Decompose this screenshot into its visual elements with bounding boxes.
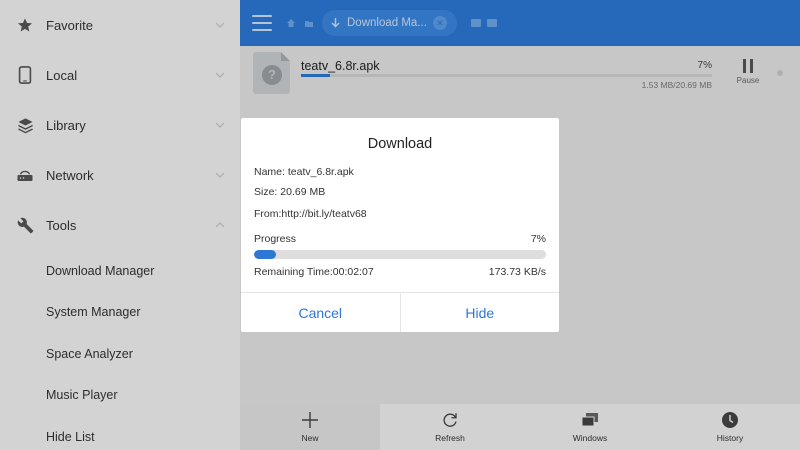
download-dialog: Download Name: teatv_6.8r.apk Size: 20.6… — [241, 118, 559, 332]
dialog-file-name: Name: teatv_6.8r.apk — [254, 166, 354, 178]
hide-button[interactable]: Hide — [399, 293, 560, 332]
progress-percent: 7% — [530, 233, 546, 245]
dialog-actions: Cancel Hide — [241, 292, 559, 332]
dialog-source-url: From:http://bit.ly/teatv68 — [254, 208, 367, 220]
dialog-file-size: Size: 20.69 MB — [254, 186, 326, 198]
cancel-button[interactable]: Cancel — [241, 293, 400, 332]
dialog-progress-bar — [254, 250, 546, 259]
dialog-progress-fill — [254, 250, 276, 259]
remaining-time: Remaining Time:00:02:07 — [254, 266, 374, 278]
download-speed: 173.73 KB/s — [488, 266, 546, 278]
dialog-title: Download — [367, 136, 433, 152]
progress-label: Progress — [254, 233, 297, 245]
